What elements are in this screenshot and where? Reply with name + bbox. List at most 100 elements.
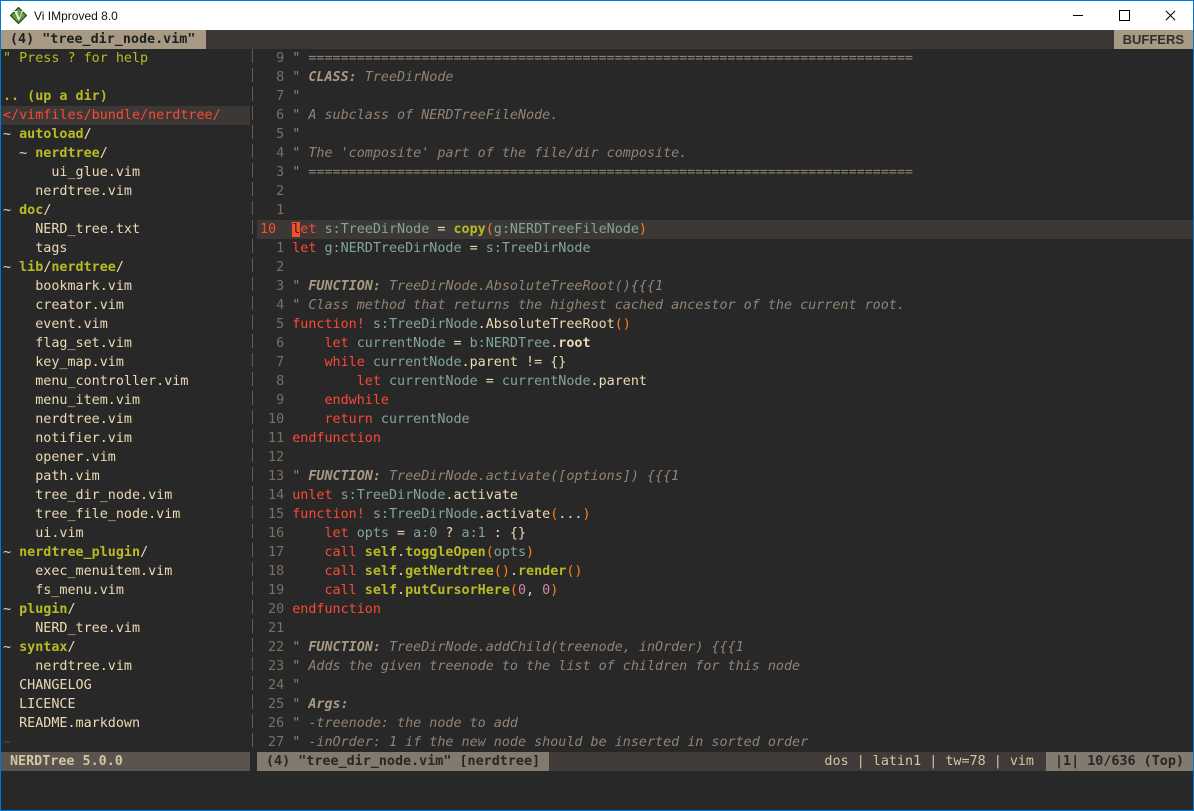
code-line[interactable]: 6" A subclass of NERDTreeFileNode. <box>257 106 1193 125</box>
line-number: 12 <box>257 448 284 467</box>
line-number: 2 <box>257 182 284 201</box>
tab-current[interactable]: (4) "tree_dir_node.vim" <box>1 30 206 49</box>
code-line[interactable]: 17 call self.toggleOpen(opts) <box>257 543 1193 562</box>
tree-row[interactable]: LICENCE <box>1 695 250 714</box>
code-line[interactable]: 4" The 'composite' part of the file/dir … <box>257 144 1193 163</box>
code-line[interactable]: 1 <box>257 201 1193 220</box>
code-line[interactable]: 12 <box>257 448 1193 467</box>
tree-row[interactable]: path.vim <box>1 467 250 486</box>
line-number: 14 <box>257 486 284 505</box>
code-line[interactable]: 8" CLASS: TreeDirNode <box>257 68 1193 87</box>
tree-row[interactable]: ~ plugin/ <box>1 600 250 619</box>
tree-row[interactable]: NERD_tree.txt <box>1 220 250 239</box>
tree-row[interactable]: menu_controller.vim <box>1 372 250 391</box>
tree-row[interactable] <box>1 68 250 87</box>
tree-row[interactable]: event.vim <box>1 315 250 334</box>
tree-row[interactable]: creator.vim <box>1 296 250 315</box>
tree-row[interactable]: fs_menu.vim <box>1 581 250 600</box>
tree-row[interactable]: ~ syntax/ <box>1 638 250 657</box>
tree-row[interactable]: ui.vim <box>1 524 250 543</box>
tree-row[interactable]: README.markdown <box>1 714 250 733</box>
code-line[interactable]: 19 call self.putCursorHere(0, 0) <box>257 581 1193 600</box>
tabline-fill <box>206 30 1113 49</box>
tree-row[interactable]: tree_file_node.vim <box>1 505 250 524</box>
line-number: 10 <box>257 220 284 239</box>
statusline-fileinfo: dos | latin1 | tw=78 | vim <box>824 752 1046 771</box>
line-number: 5 <box>257 315 284 334</box>
tree-row[interactable]: " Press ? for help <box>1 49 250 68</box>
tree-row[interactable]: tags <box>1 239 250 258</box>
statusline-nerdtree: NERDTree 5.0.0 <box>1 752 250 771</box>
code-line[interactable]: 23" Adds the given treenode to the list … <box>257 657 1193 676</box>
line-number: 4 <box>257 296 284 315</box>
tree-row[interactable]: ~ nerdtree/ <box>1 144 250 163</box>
code-line[interactable]: 5function! s:TreeDirNode.AbsoluteTreeRoo… <box>257 315 1193 334</box>
tree-row[interactable]: bookmark.vim <box>1 277 250 296</box>
tree-row[interactable]: .. (up a dir) <box>1 87 250 106</box>
code-line[interactable]: 5" <box>257 125 1193 144</box>
close-icon <box>1165 10 1176 21</box>
code-line[interactable]: 2 <box>257 182 1193 201</box>
tree-row[interactable]: </vimfiles/bundle/nerdtree/ <box>1 106 250 125</box>
line-number: 23 <box>257 657 284 676</box>
code-line[interactable]: 24" <box>257 676 1193 695</box>
tree-row[interactable]: ~ nerdtree_plugin/ <box>1 543 250 562</box>
tree-row[interactable]: notifier.vim <box>1 429 250 448</box>
code-line[interactable]: 9" =====================================… <box>257 49 1193 68</box>
code-line[interactable]: 10 return currentNode <box>257 410 1193 429</box>
tree-row[interactable]: ui_glue.vim <box>1 163 250 182</box>
code-line[interactable]: 27" -inOrder: 1 if the new node should b… <box>257 733 1193 752</box>
code-line[interactable]: 11endfunction <box>257 429 1193 448</box>
code-line[interactable]: 7 while currentNode.parent != {} <box>257 353 1193 372</box>
code-line[interactable]: 4" Class method that returns the highest… <box>257 296 1193 315</box>
tree-row[interactable]: ~ doc/ <box>1 201 250 220</box>
tree-row[interactable]: ~ lib/nerdtree/ <box>1 258 250 277</box>
code-line[interactable]: 21 <box>257 619 1193 638</box>
tree-row[interactable]: CHANGELOG <box>1 676 250 695</box>
tree-row[interactable]: nerdtree.vim <box>1 657 250 676</box>
statusline-spacer <box>549 752 824 771</box>
code-line[interactable]: 7" <box>257 87 1193 106</box>
statusline: NERDTree 5.0.0 (4) "tree_dir_node.vim" [… <box>1 752 1193 771</box>
code-line[interactable]: 16 let opts = a:0 ? a:1 : {} <box>257 524 1193 543</box>
line-number: 7 <box>257 87 284 106</box>
code-line[interactable]: 13" FUNCTION: TreeDirNode.activate([opti… <box>257 467 1193 486</box>
line-number: 21 <box>257 619 284 638</box>
code-line[interactable]: 18 call self.getNerdtree().render() <box>257 562 1193 581</box>
code-line[interactable]: 3" FUNCTION: TreeDirNode.AbsoluteTreeRoo… <box>257 277 1193 296</box>
tree-row[interactable]: opener.vim <box>1 448 250 467</box>
tree-row[interactable]: menu_item.vim <box>1 391 250 410</box>
tabline: (4) "tree_dir_node.vim" BUFFERS <box>1 30 1193 49</box>
code-line[interactable]: 6 let currentNode = b:NERDTree.root <box>257 334 1193 353</box>
tree-row[interactable]: nerdtree.vim <box>1 182 250 201</box>
close-button[interactable] <box>1147 1 1193 30</box>
tree-row[interactable]: nerdtree.vim <box>1 410 250 429</box>
maximize-button[interactable] <box>1101 1 1147 30</box>
code-line[interactable]: 14unlet s:TreeDirNode.activate <box>257 486 1193 505</box>
tree-row[interactable]: flag_set.vim <box>1 334 250 353</box>
tree-row[interactable]: key_map.vim <box>1 353 250 372</box>
code-line[interactable]: 26" -treenode: the node to add <box>257 714 1193 733</box>
tree-row[interactable]: exec_menuitem.vim <box>1 562 250 581</box>
svg-text:V: V <box>13 9 24 23</box>
code-line[interactable]: 3" =====================================… <box>257 163 1193 182</box>
tree-row[interactable]: ~ autoload/ <box>1 125 250 144</box>
line-number: 8 <box>257 68 284 87</box>
code-line[interactable]: 2 <box>257 258 1193 277</box>
line-number: 10 <box>257 410 284 429</box>
code-line[interactable]: 25" Args: <box>257 695 1193 714</box>
code-line[interactable]: 20endfunction <box>257 600 1193 619</box>
code-line[interactable]: 9 endwhile <box>257 391 1193 410</box>
code-line[interactable]: 15function! s:TreeDirNode.activate(...) <box>257 505 1193 524</box>
code-line[interactable]: 8 let currentNode = currentNode.parent <box>257 372 1193 391</box>
code-line[interactable]: 1let g:NERDTreeDirNode = s:TreeDirNode <box>257 239 1193 258</box>
tree-row[interactable]: NERD_tree.vim <box>1 619 250 638</box>
minimize-button[interactable] <box>1055 1 1101 30</box>
tree-row[interactable]: tree_dir_node.vim <box>1 486 250 505</box>
tree-row[interactable]: ~ <box>1 733 250 752</box>
code-line-current[interactable]: 10let s:TreeDirNode = copy(g:NERDTreeFil… <box>257 220 1193 239</box>
code-line[interactable]: 22" FUNCTION: TreeDirNode.addChild(treen… <box>257 638 1193 657</box>
line-number: 9 <box>257 391 284 410</box>
line-number: 18 <box>257 562 284 581</box>
window-separator[interactable] <box>250 49 257 752</box>
